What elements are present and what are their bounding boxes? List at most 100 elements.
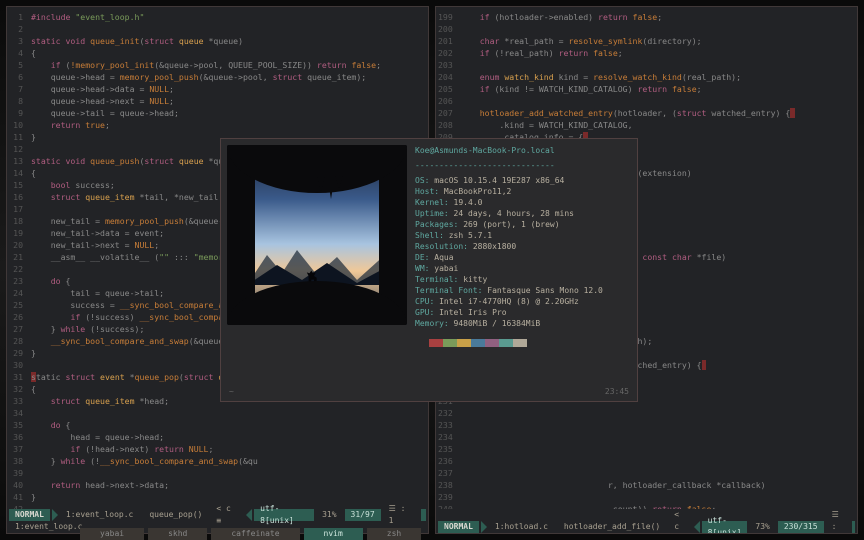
- code-line[interactable]: 199 if (hotloader->enabled) return false…: [438, 11, 855, 23]
- code-text[interactable]: head = queue->head;: [31, 431, 426, 443]
- code-text[interactable]: queue->head->data = NULL;: [31, 83, 426, 95]
- code-text[interactable]: [31, 23, 426, 35]
- code-text[interactable]: if (kind != WATCH_KIND_CATALOG) return f…: [460, 83, 855, 95]
- code-text[interactable]: {: [31, 47, 426, 59]
- tab-zsh[interactable]: zsh: [367, 528, 421, 540]
- code-line[interactable]: 7 queue->head->data = NULL;: [9, 83, 426, 95]
- info-row: Terminal Font: Fantasque Sans Mono 12.0: [415, 285, 631, 296]
- code-text[interactable]: #include "event_loop.h": [31, 11, 426, 23]
- info-row: Host: MacBookPro11,2: [415, 186, 631, 197]
- code-line[interactable]: 201 char *real_path = resolve_symlink(di…: [438, 35, 855, 47]
- shell-prompt[interactable]: ~: [229, 386, 234, 397]
- code-text[interactable]: [31, 407, 426, 419]
- code-text[interactable]: enum watch_kind kind = resolve_watch_kin…: [460, 71, 855, 83]
- code-line[interactable]: 232: [438, 407, 855, 419]
- code-line[interactable]: 5 if (!memory_pool_init(&queue->pool, QU…: [9, 59, 426, 71]
- code-text[interactable]: [460, 491, 855, 503]
- code-line[interactable]: 238 r, hotloader_callback *callback): [438, 479, 855, 491]
- code-line[interactable]: 234: [438, 431, 855, 443]
- code-text[interactable]: _count)) return false;: [460, 503, 855, 509]
- code-text[interactable]: }: [31, 491, 426, 503]
- code-line[interactable]: 202 if (!real_path) return false;: [438, 47, 855, 59]
- line-number: 5: [9, 59, 31, 71]
- code-line[interactable]: 204 enum watch_kind kind = resolve_watch…: [438, 71, 855, 83]
- code-text[interactable]: } while (!__sync_bool_compare_and_swap(&…: [31, 455, 426, 467]
- code-line[interactable]: 203: [438, 59, 855, 71]
- code-text[interactable]: return true;: [31, 119, 426, 131]
- desktop: 1#include "event_loop.h"23static void qu…: [0, 0, 864, 540]
- code-line[interactable]: 236: [438, 455, 855, 467]
- line-number: 202: [438, 47, 460, 59]
- code-line[interactable]: 38 } while (!__sync_bool_compare_and_swa…: [9, 455, 426, 467]
- code-text[interactable]: do {: [31, 419, 426, 431]
- line-position: 230/315: [778, 521, 824, 533]
- file-name[interactable]: 1:event_loop.c: [60, 509, 139, 521]
- code-text[interactable]: static void queue_init(struct queue *que…: [31, 35, 426, 47]
- line-number: 232: [438, 407, 460, 419]
- percent: 31%: [316, 509, 342, 521]
- code-line[interactable]: 35 do {: [9, 419, 426, 431]
- code-line[interactable]: 235: [438, 443, 855, 455]
- code-text[interactable]: return head->next->data;: [31, 479, 426, 491]
- file-name[interactable]: 1:hotload.c: [489, 521, 554, 533]
- code-text[interactable]: [460, 467, 855, 479]
- line-number: 205: [438, 83, 460, 95]
- code-text[interactable]: queue->tail = queue->head;: [31, 107, 426, 119]
- code-line[interactable]: 8 queue->head->next = NULL;: [9, 95, 426, 107]
- line-number: 27: [9, 323, 31, 335]
- line-number: 19: [9, 227, 31, 239]
- code-text[interactable]: hotloader_add_watched_entry(hotloader, (…: [460, 107, 855, 119]
- tab-nvim[interactable]: nvim: [304, 528, 363, 540]
- code-text[interactable]: [460, 443, 855, 455]
- code-line[interactable]: 206: [438, 95, 855, 107]
- code-text[interactable]: if (!real_path) return false;: [460, 47, 855, 59]
- code-text[interactable]: [31, 467, 426, 479]
- code-line[interactable]: 6 queue->head = memory_pool_push(&queue-…: [9, 71, 426, 83]
- code-text[interactable]: [460, 95, 855, 107]
- code-line[interactable]: 39: [9, 467, 426, 479]
- code-line[interactable]: 41}: [9, 491, 426, 503]
- code-line[interactable]: 10 return true;: [9, 119, 426, 131]
- code-text[interactable]: [460, 407, 855, 419]
- code-line[interactable]: 3static void queue_init(struct queue *qu…: [9, 35, 426, 47]
- code-text[interactable]: [460, 431, 855, 443]
- line-number: 15: [9, 179, 31, 191]
- tab-caffeinate[interactable]: caffeinate: [211, 528, 299, 540]
- terminal-tabs[interactable]: yabai skhd caffeinate nvimzsh: [80, 528, 421, 540]
- code-line[interactable]: 200: [438, 23, 855, 35]
- code-line[interactable]: 208 .kind = WATCH_KIND_CATALOG,: [438, 119, 855, 131]
- code-text[interactable]: [460, 23, 855, 35]
- code-line[interactable]: 237: [438, 467, 855, 479]
- code-text[interactable]: if (!memory_pool_init(&queue->pool, QUEU…: [31, 59, 426, 71]
- code-line[interactable]: 34: [9, 407, 426, 419]
- line-number: 20: [9, 239, 31, 251]
- code-text[interactable]: char *real_path = resolve_symlink(direct…: [460, 35, 855, 47]
- code-line[interactable]: 239: [438, 491, 855, 503]
- code-line[interactable]: 233: [438, 419, 855, 431]
- code-line[interactable]: 9 queue->tail = queue->head;: [9, 107, 426, 119]
- code-text[interactable]: if (hotloader->enabled) return false;: [460, 11, 855, 23]
- line-number: 37: [9, 443, 31, 455]
- code-line[interactable]: 36 head = queue->head;: [9, 431, 426, 443]
- code-line[interactable]: 1#include "event_loop.h": [9, 11, 426, 23]
- code-line[interactable]: 37 if (!head->next) return NULL;: [9, 443, 426, 455]
- code-text[interactable]: .kind = WATCH_KIND_CATALOG,: [460, 119, 855, 131]
- buffer-name[interactable]: 1:event_loop.c: [9, 521, 88, 533]
- code-line[interactable]: 205 if (kind != WATCH_KIND_CATALOG) retu…: [438, 83, 855, 95]
- code-line[interactable]: 240 _count)) return false;: [438, 503, 855, 509]
- code-text[interactable]: queue->head = memory_pool_push(&queue->p…: [31, 71, 426, 83]
- neofetch-info: Koe@Asmunds-MacBook-Pro.local ----------…: [415, 145, 631, 395]
- code-text[interactable]: r, hotloader_callback *callback): [460, 479, 855, 491]
- code-text[interactable]: [460, 59, 855, 71]
- code-text[interactable]: [460, 455, 855, 467]
- code-text[interactable]: queue->head->next = NULL;: [31, 95, 426, 107]
- code-line[interactable]: 207 hotloader_add_watched_entry(hotloade…: [438, 107, 855, 119]
- code-line[interactable]: 2: [9, 23, 426, 35]
- tab-skhd[interactable]: skhd: [148, 528, 207, 540]
- code-text[interactable]: [460, 419, 855, 431]
- code-line[interactable]: 40 return head->next->data;: [9, 479, 426, 491]
- code-line[interactable]: 4{: [9, 47, 426, 59]
- tab-yabai[interactable]: yabai: [80, 528, 144, 540]
- code-text[interactable]: if (!head->next) return NULL;: [31, 443, 426, 455]
- terminal-window[interactable]: Koe@Asmunds-MacBook-Pro.local ----------…: [220, 138, 638, 402]
